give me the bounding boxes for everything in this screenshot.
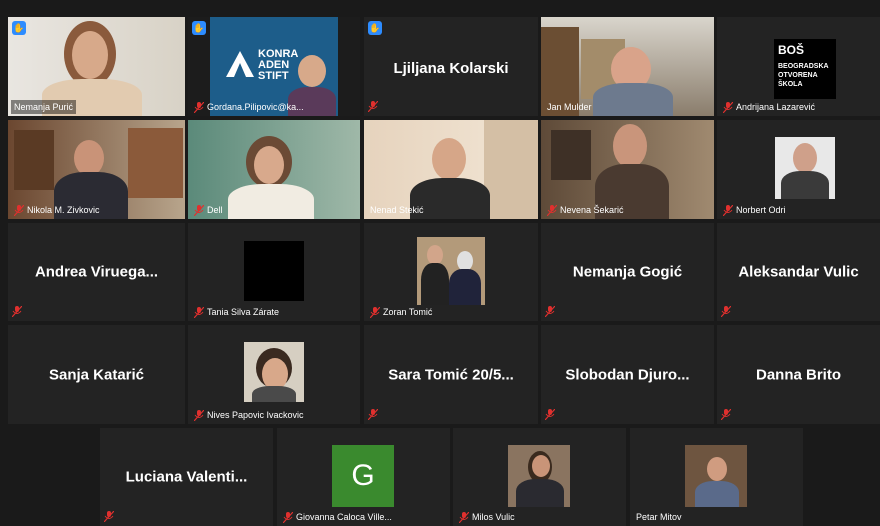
raised-hand-icon: ✋ — [368, 21, 382, 35]
participant-tile[interactable]: Dell — [188, 120, 360, 219]
muted-mic-icon — [194, 204, 204, 216]
profile-photo — [244, 342, 304, 402]
participant-tile[interactable]: BOŠ BEOGRADSKA OTVORENA ŠKOLA Andrijana … — [717, 17, 880, 116]
participant-name: Milos Vulic — [456, 510, 518, 524]
participant-name: Nevena Šekarić — [544, 203, 627, 217]
organization-logo — [226, 51, 254, 77]
participant-display-name: Aleksandar Vulic — [738, 263, 859, 281]
participant-tile[interactable]: Andrea Viruega... — [8, 223, 185, 321]
muted-mic-icon — [459, 511, 469, 523]
participant-name: Giovanna Caloca Ville... — [280, 510, 395, 524]
participant-name: Petar Mitov — [636, 512, 682, 522]
participant-name: Norbert Odri — [720, 203, 789, 217]
muted-mic-icon — [545, 306, 555, 317]
participant-tile[interactable]: Nikola M. Zivkovic — [8, 120, 185, 219]
participant-tile[interactable]: Slobodan Djuro... — [541, 325, 714, 424]
participant-tile[interactable]: Sara Tomić 20/5... — [364, 325, 538, 424]
muted-mic-icon — [723, 204, 733, 216]
participant-name: Jan Mulder — [547, 102, 592, 112]
participant-display-name: Danna Brito — [755, 366, 841, 383]
participant-display-name: Luciana Valenti... — [125, 468, 248, 486]
participant-tile[interactable]: Nives Papovic Ivackovic — [188, 325, 360, 424]
profile-photo — [417, 237, 485, 305]
muted-mic-icon — [370, 306, 380, 318]
participant-tile[interactable]: Zoran Tomić — [364, 223, 538, 321]
participant-name: Tania Silva Zárate — [191, 305, 282, 319]
participant-tile[interactable]: Nemanja Gogić — [541, 223, 714, 321]
muted-mic-icon — [194, 409, 204, 421]
profile-photo — [775, 137, 835, 199]
muted-mic-icon — [368, 409, 378, 420]
muted-mic-icon — [547, 204, 557, 216]
participant-name: Nenad Stekić — [370, 205, 424, 215]
participant-name: Dell — [191, 203, 226, 217]
participant-display-name: Andrea Viruega... — [34, 263, 159, 281]
participant-tile[interactable]: Milos Vulic — [453, 428, 626, 526]
participant-display-name: Sara Tomić 20/5... — [388, 366, 514, 383]
muted-mic-icon — [283, 511, 293, 523]
participant-tile[interactable]: Aleksandar Vulic — [717, 223, 880, 321]
participant-name: Nemanja Purić — [11, 100, 77, 114]
participant-tile[interactable]: Jan Mulder — [541, 17, 714, 116]
participant-tile[interactable]: Petar Mitov — [630, 428, 803, 526]
participant-tile[interactable]: ✋ Nemanja Purić — [8, 17, 185, 116]
organization-logo: BOŠ BEOGRADSKA OTVORENA ŠKOLA — [774, 39, 836, 99]
participant-tile[interactable]: Tania Silva Zárate — [188, 223, 360, 321]
muted-mic-icon — [721, 409, 731, 420]
participant-display-name: Ljiljana Kolarski — [393, 60, 509, 77]
participant-name: Andrijana Lazarević — [720, 100, 818, 114]
participant-tile[interactable]: Luciana Valenti... — [100, 428, 273, 526]
muted-mic-icon — [723, 101, 733, 113]
gallery-grid: ✋ Nemanja Purić KONRA ADEN STIFT ✋ Gordana… — [8, 17, 880, 526]
avatar: G — [332, 445, 394, 507]
muted-mic-icon — [545, 409, 555, 420]
muted-mic-icon — [12, 306, 22, 317]
muted-mic-icon — [721, 306, 731, 317]
participant-name: Gordana.Pilipovic@ka... — [191, 100, 307, 114]
participant-tile[interactable]: ✋ Ljiljana Kolarski — [364, 17, 538, 116]
raised-hand-icon: ✋ — [12, 21, 26, 35]
muted-mic-icon — [194, 306, 204, 318]
participant-tile[interactable]: Nenad Stekić — [364, 120, 538, 219]
participant-display-name: Nemanja Gogić — [572, 263, 683, 281]
participant-name: Zoran Tomić — [367, 305, 435, 319]
participant-tile[interactable]: Nevena Šekarić — [541, 120, 714, 219]
profile-photo — [244, 241, 304, 301]
participant-tile[interactable]: Danna Brito — [717, 325, 880, 424]
muted-mic-icon — [104, 511, 114, 522]
muted-mic-icon — [368, 101, 378, 112]
participant-name: Nikola M. Zivkovic — [11, 203, 103, 217]
participant-tile[interactable]: Norbert Odri — [717, 120, 880, 219]
participant-tile[interactable]: G Giovanna Caloca Ville... — [277, 428, 450, 526]
muted-mic-icon — [14, 204, 24, 216]
profile-photo — [685, 445, 747, 507]
raised-hand-icon: ✋ — [192, 21, 206, 35]
participant-tile[interactable]: KONRA ADEN STIFT ✋ Gordana.Pilipovic@ka... — [188, 17, 360, 116]
participant-display-name: Sanja Katarić — [48, 366, 145, 383]
profile-photo — [508, 445, 570, 507]
participant-tile[interactable]: Sanja Katarić — [8, 325, 185, 424]
participant-display-name: Slobodan Djuro... — [565, 366, 690, 383]
participant-name: Nives Papovic Ivackovic — [191, 408, 307, 422]
muted-mic-icon — [194, 101, 204, 113]
